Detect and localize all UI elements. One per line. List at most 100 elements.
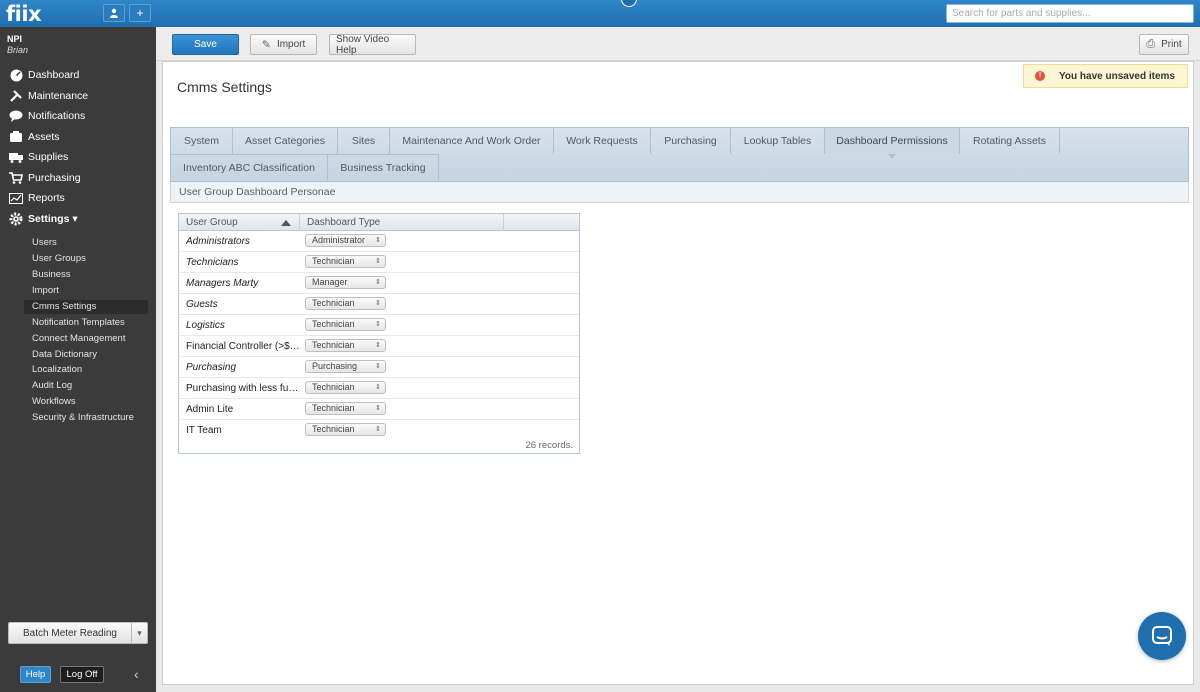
dashboard-type-select[interactable]: Manager ⇕ bbox=[305, 276, 386, 289]
settings-item-user-groups[interactable]: User Groups bbox=[24, 252, 148, 266]
nav-notifications[interactable]: Notifications bbox=[8, 107, 85, 125]
show-video-help-button[interactable]: Show Video Help bbox=[329, 34, 416, 56]
tab-work-requests[interactable]: Work Requests bbox=[554, 128, 651, 154]
dashboard-type-select[interactable]: Technician ⇕ bbox=[305, 402, 386, 415]
batch-meter-reading-label: Batch Meter Reading bbox=[23, 627, 117, 639]
print-label: Print bbox=[1161, 39, 1182, 50]
fiix-logo[interactable]: fiix bbox=[6, 2, 42, 26]
settings-item-cmms-settings[interactable]: Cmms Settings bbox=[24, 300, 148, 314]
chat-launcher-button[interactable] bbox=[1138, 612, 1186, 660]
select-value: Purchasing bbox=[312, 361, 358, 371]
dashboard-personae-grid: User Group Dashboard Type Administrators… bbox=[178, 213, 580, 454]
settings-item-data-dictionary[interactable]: Data Dictionary bbox=[24, 348, 148, 362]
grid-header: User Group Dashboard Type bbox=[179, 214, 579, 231]
tools-icon bbox=[8, 89, 24, 103]
table-row: Technicians Technician ⇕ bbox=[179, 252, 579, 273]
nav-label: Maintenance bbox=[28, 90, 89, 102]
settings-item-connect-management[interactable]: Connect Management bbox=[24, 332, 148, 346]
batch-meter-reading-button[interactable]: Batch Meter Reading ▾ bbox=[8, 622, 148, 644]
settings-item-users[interactable]: Users bbox=[24, 236, 148, 250]
dashboard-type-select[interactable]: Technician ⇕ bbox=[305, 423, 386, 436]
nav-label: Assets bbox=[28, 131, 60, 143]
select-value: Administrator bbox=[312, 235, 366, 245]
tab-purchasing[interactable]: Purchasing bbox=[651, 128, 731, 154]
tab-dashboard-permissions-label: Dashboard Permissions bbox=[836, 135, 948, 147]
column-header-user-group[interactable]: User Group bbox=[179, 214, 300, 231]
warning-icon: ! bbox=[1035, 71, 1045, 81]
tab-rotating-assets[interactable]: Rotating Assets bbox=[960, 128, 1060, 154]
tab-business-tracking[interactable]: Business Tracking bbox=[328, 154, 439, 180]
chat-icon bbox=[1152, 626, 1172, 646]
page-title: Cmms Settings bbox=[177, 79, 272, 95]
print-button[interactable]: ⎙ Print bbox=[1139, 34, 1189, 55]
settings-item-notification-templates[interactable]: Notification Templates bbox=[24, 316, 148, 330]
user-group-cell: Financial Controller (>$10) bbox=[186, 341, 300, 352]
select-value: Technician bbox=[312, 382, 355, 392]
settings-item-security-infrastructure[interactable]: Security & Infrastructure bbox=[24, 411, 148, 425]
nav-assets[interactable]: Assets bbox=[8, 128, 60, 146]
user-group-cell: Guests bbox=[186, 299, 218, 310]
select-arrows-icon: ⇕ bbox=[375, 363, 381, 370]
nav-reports[interactable]: Reports bbox=[8, 189, 65, 207]
section-title: User Group Dashboard Personae bbox=[170, 182, 1189, 203]
column-header-dashboard-type[interactable]: Dashboard Type bbox=[300, 214, 504, 231]
settings-panel: Cmms Settings ! You have unsaved items S… bbox=[162, 61, 1194, 685]
add-button[interactable]: + bbox=[129, 4, 151, 22]
chat-bubble-icon bbox=[8, 109, 24, 123]
select-arrows-icon: ⇕ bbox=[375, 405, 381, 412]
tab-asset-categories[interactable]: Asset Categories bbox=[233, 128, 338, 154]
table-row: Guests Technician ⇕ bbox=[179, 294, 579, 315]
select-arrows-icon: ⇕ bbox=[375, 342, 381, 349]
unsaved-items-notice: ! You have unsaved items bbox=[1023, 64, 1188, 88]
settings-item-import[interactable]: Import bbox=[24, 284, 148, 298]
notification-indicator-icon[interactable] bbox=[621, 0, 637, 7]
dashboard-type-select[interactable]: Purchasing ⇕ bbox=[305, 360, 386, 373]
select-value: Technician bbox=[312, 424, 355, 434]
tab-dashboard-permissions[interactable]: Dashboard Permissions bbox=[825, 128, 960, 159]
select-arrows-icon: ⇕ bbox=[375, 321, 381, 328]
table-row: Managers Marty Manager ⇕ bbox=[179, 273, 579, 294]
dashboard-type-select[interactable]: Administrator ⇕ bbox=[305, 234, 386, 247]
nav-label: Reports bbox=[28, 192, 65, 204]
nav-settings[interactable]: Settings ▾ bbox=[8, 210, 78, 228]
search-input[interactable] bbox=[946, 4, 1194, 23]
nav-dashboard[interactable]: Dashboard bbox=[8, 66, 79, 84]
tab-inventory-abc-classification[interactable]: Inventory ABC Classification bbox=[171, 154, 328, 180]
table-row: Purchasing Purchasing ⇕ bbox=[179, 357, 579, 378]
save-button[interactable]: Save bbox=[172, 34, 239, 55]
dashboard-type-select[interactable]: Technician ⇕ bbox=[305, 381, 386, 394]
import-label: Import bbox=[276, 39, 306, 50]
collapse-sidebar-icon[interactable]: ‹ bbox=[134, 666, 139, 682]
assets-icon bbox=[8, 130, 24, 144]
settings-item-workflows[interactable]: Workflows bbox=[24, 395, 148, 409]
settings-item-business[interactable]: Business bbox=[24, 268, 148, 282]
nav-supplies[interactable]: Supplies bbox=[8, 148, 68, 166]
import-button[interactable]: ✎ Import bbox=[250, 34, 317, 55]
settings-tabs: System Asset Categories Sites Maintenanc… bbox=[170, 127, 1189, 182]
tab-lookup-tables[interactable]: Lookup Tables bbox=[731, 128, 825, 154]
settings-item-localization[interactable]: Localization bbox=[24, 363, 148, 377]
dashboard-type-select[interactable]: Technician ⇕ bbox=[305, 255, 386, 268]
gear-icon bbox=[8, 212, 24, 226]
nav-maintenance[interactable]: Maintenance bbox=[8, 87, 88, 105]
select-value: Technician bbox=[312, 340, 355, 350]
tab-maintenance-work-order[interactable]: Maintenance And Work Order bbox=[390, 128, 554, 154]
select-arrows-icon: ⇕ bbox=[375, 237, 381, 244]
dashboard-type-select[interactable]: Technician ⇕ bbox=[305, 297, 386, 310]
org-name: NPI bbox=[7, 34, 23, 44]
select-value: Technician bbox=[312, 319, 355, 329]
select-arrows-icon: ⇕ bbox=[375, 300, 381, 307]
truck-icon bbox=[8, 150, 24, 164]
chevron-down-icon[interactable]: ▾ bbox=[131, 623, 147, 643]
settings-item-audit-log[interactable]: Audit Log bbox=[24, 379, 148, 393]
tab-sites[interactable]: Sites bbox=[338, 128, 390, 154]
tab-system[interactable]: System bbox=[171, 128, 233, 154]
log-off-button[interactable]: Log Off bbox=[60, 666, 104, 683]
help-button[interactable]: Help bbox=[20, 666, 51, 683]
table-row: Purchasing with less func... Technician ⇕ bbox=[179, 378, 579, 399]
user-profile-button[interactable] bbox=[103, 4, 125, 22]
dashboard-type-select[interactable]: Technician ⇕ bbox=[305, 339, 386, 352]
select-arrows-icon: ⇕ bbox=[375, 384, 381, 391]
dashboard-type-select[interactable]: Technician ⇕ bbox=[305, 318, 386, 331]
nav-purchasing[interactable]: Purchasing bbox=[8, 169, 81, 187]
